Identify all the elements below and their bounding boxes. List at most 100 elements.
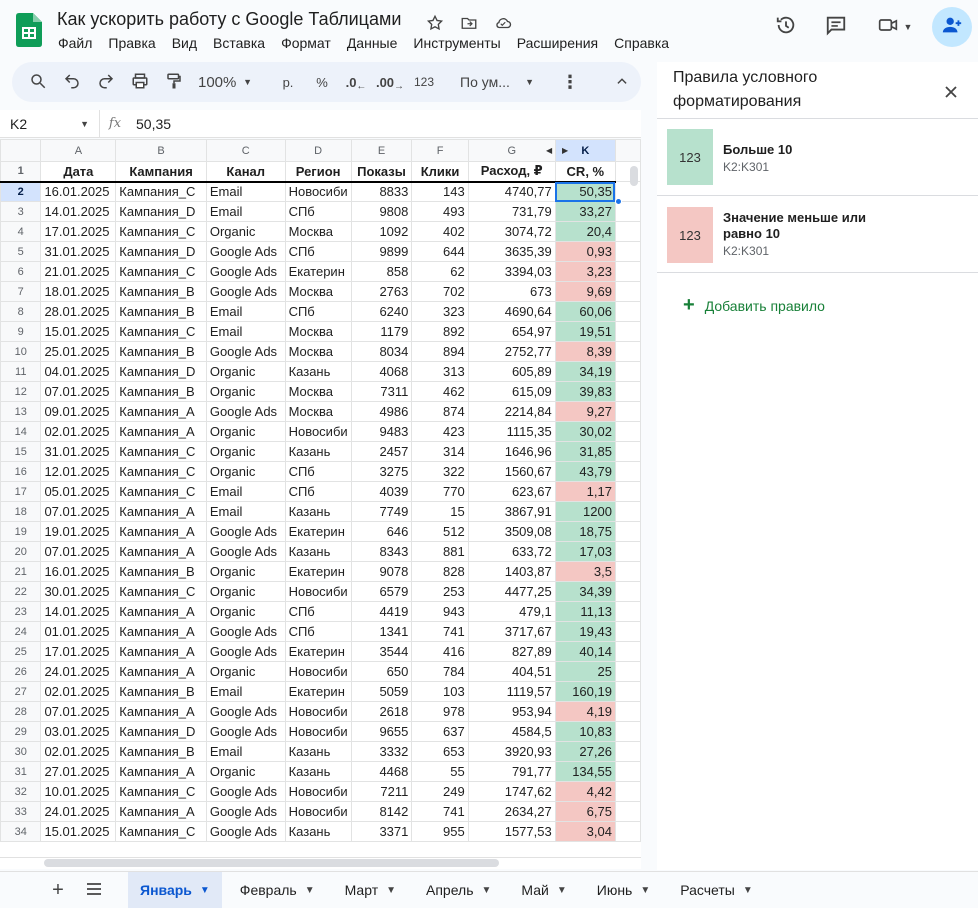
cell[interactable]: 404,51 xyxy=(467,661,556,682)
cell[interactable]: Google Ads xyxy=(205,781,286,802)
print-button[interactable] xyxy=(126,68,154,96)
cr-cell[interactable]: 34,39 xyxy=(554,581,616,602)
menu-view[interactable]: Вид xyxy=(172,35,197,51)
cell[interactable]: Кампания_A xyxy=(115,621,207,642)
cell[interactable]: 479,1 xyxy=(467,601,556,622)
cell[interactable] xyxy=(614,661,641,682)
cell[interactable]: 4740,77 xyxy=(467,181,556,202)
cr-cell[interactable]: 4,42 xyxy=(554,781,616,802)
cell[interactable]: Новосиби xyxy=(284,581,352,602)
row-number[interactable]: 8 xyxy=(0,301,42,322)
row-number[interactable]: 7 xyxy=(0,281,42,302)
cell[interactable] xyxy=(614,601,641,622)
cr-cell[interactable]: 134,55 xyxy=(554,761,616,782)
cell[interactable]: Google Ads xyxy=(205,621,286,642)
cr-cell[interactable]: 60,06 xyxy=(554,301,616,322)
cell[interactable]: 3544 xyxy=(350,641,413,662)
cell[interactable]: 741 xyxy=(411,621,469,642)
cell[interactable]: 3509,08 xyxy=(467,521,556,542)
cell[interactable] xyxy=(614,741,641,762)
cell[interactable]: Кампания_A xyxy=(115,401,207,422)
row-number[interactable]: 32 xyxy=(0,781,42,802)
cell[interactable]: 18.01.2025 xyxy=(40,281,117,302)
close-panel-button[interactable] xyxy=(941,82,961,102)
cell[interactable]: 15 xyxy=(411,501,469,522)
cell[interactable]: Organic xyxy=(205,661,286,682)
cell[interactable]: 9899 xyxy=(350,241,413,262)
cell[interactable]: Новосиби xyxy=(284,801,352,822)
cell[interactable]: 55 xyxy=(411,761,469,782)
cell[interactable]: 28.01.2025 xyxy=(40,301,117,322)
cell[interactable]: Кампания_A xyxy=(115,761,207,782)
cell[interactable]: 702 xyxy=(411,281,469,302)
cell[interactable]: Москва xyxy=(284,341,352,362)
add-rule-button[interactable]: + Добавить правило xyxy=(683,294,825,317)
cell[interactable]: 623,67 xyxy=(467,481,556,502)
cell[interactable]: 2752,77 xyxy=(467,341,556,362)
row-number[interactable]: 12 xyxy=(0,381,42,402)
header-cell[interactable]: Кампания xyxy=(115,161,207,183)
cell[interactable]: 741 xyxy=(411,801,469,822)
cell[interactable]: Кампания_A xyxy=(115,421,207,442)
cell[interactable]: 874 xyxy=(411,401,469,422)
cr-cell[interactable]: 0,93 xyxy=(554,241,616,262)
cell[interactable]: 2763 xyxy=(350,281,413,302)
cell[interactable]: 05.01.2025 xyxy=(40,481,117,502)
cr-cell[interactable]: 1,17 xyxy=(554,481,616,502)
cell[interactable]: Кампания_C xyxy=(115,441,207,462)
cell[interactable]: Organic xyxy=(205,561,286,582)
row-number[interactable]: 14 xyxy=(0,421,42,442)
column-header-d[interactable]: D xyxy=(284,139,352,162)
row-number[interactable]: 26 xyxy=(0,661,42,682)
cell[interactable]: 416 xyxy=(411,641,469,662)
cell[interactable]: 01.01.2025 xyxy=(40,621,117,642)
menu-file[interactable]: Файл xyxy=(58,35,92,51)
cell[interactable]: 31.01.2025 xyxy=(40,441,117,462)
cell[interactable]: 493 xyxy=(411,201,469,222)
cell[interactable]: 512 xyxy=(411,521,469,542)
cell[interactable]: Google Ads xyxy=(205,521,286,542)
cell[interactable]: 2634,27 xyxy=(467,801,556,822)
row-number[interactable]: 23 xyxy=(0,601,42,622)
cell[interactable]: Москва xyxy=(284,281,352,302)
row-number[interactable]: 16 xyxy=(0,461,42,482)
cell[interactable]: 3332 xyxy=(350,741,413,762)
cell[interactable]: Казань xyxy=(284,821,352,842)
cell[interactable]: 3275 xyxy=(350,461,413,482)
column-header-e[interactable]: E xyxy=(350,139,413,162)
row-number[interactable]: 19 xyxy=(0,521,42,542)
cell[interactable]: Москва xyxy=(284,321,352,342)
cell[interactable]: 3635,39 xyxy=(467,241,556,262)
cell[interactable]: 784 xyxy=(411,661,469,682)
cr-cell[interactable]: 39,83 xyxy=(554,381,616,402)
cell[interactable] xyxy=(614,341,641,362)
header-cell[interactable]: Расход, ₽ xyxy=(467,161,556,183)
cr-cell[interactable]: 3,5 xyxy=(554,561,616,582)
cell[interactable]: 9483 xyxy=(350,421,413,442)
cell[interactable]: 4986 xyxy=(350,401,413,422)
menu-format[interactable]: Формат xyxy=(281,35,331,51)
cell[interactable]: 07.01.2025 xyxy=(40,381,117,402)
cell[interactable]: Кампания_D xyxy=(115,201,207,222)
cell[interactable]: 9808 xyxy=(350,201,413,222)
cell[interactable]: Organic xyxy=(205,361,286,382)
cell[interactable]: Казань xyxy=(284,441,352,462)
row-number[interactable]: 21 xyxy=(0,561,42,582)
cell[interactable]: 9655 xyxy=(350,721,413,742)
row-number[interactable]: 11 xyxy=(0,361,42,382)
cell[interactable]: 637 xyxy=(411,721,469,742)
cell[interactable]: СПб xyxy=(284,241,352,262)
cell[interactable]: 827,89 xyxy=(467,641,556,662)
collapse-toolbar-button[interactable] xyxy=(608,68,636,96)
cell[interactable]: СПб xyxy=(284,601,352,622)
cell[interactable]: 3371 xyxy=(350,821,413,842)
cr-cell[interactable]: 33,27 xyxy=(554,201,616,222)
cell[interactable]: 16.01.2025 xyxy=(40,561,117,582)
cell[interactable] xyxy=(614,541,641,562)
cell[interactable]: 1179 xyxy=(350,321,413,342)
menu-edit[interactable]: Правка xyxy=(108,35,155,51)
cell[interactable]: 24.01.2025 xyxy=(40,661,117,682)
cell[interactable]: Казань xyxy=(284,541,352,562)
cell[interactable]: 650 xyxy=(350,661,413,682)
cell[interactable]: 828 xyxy=(411,561,469,582)
